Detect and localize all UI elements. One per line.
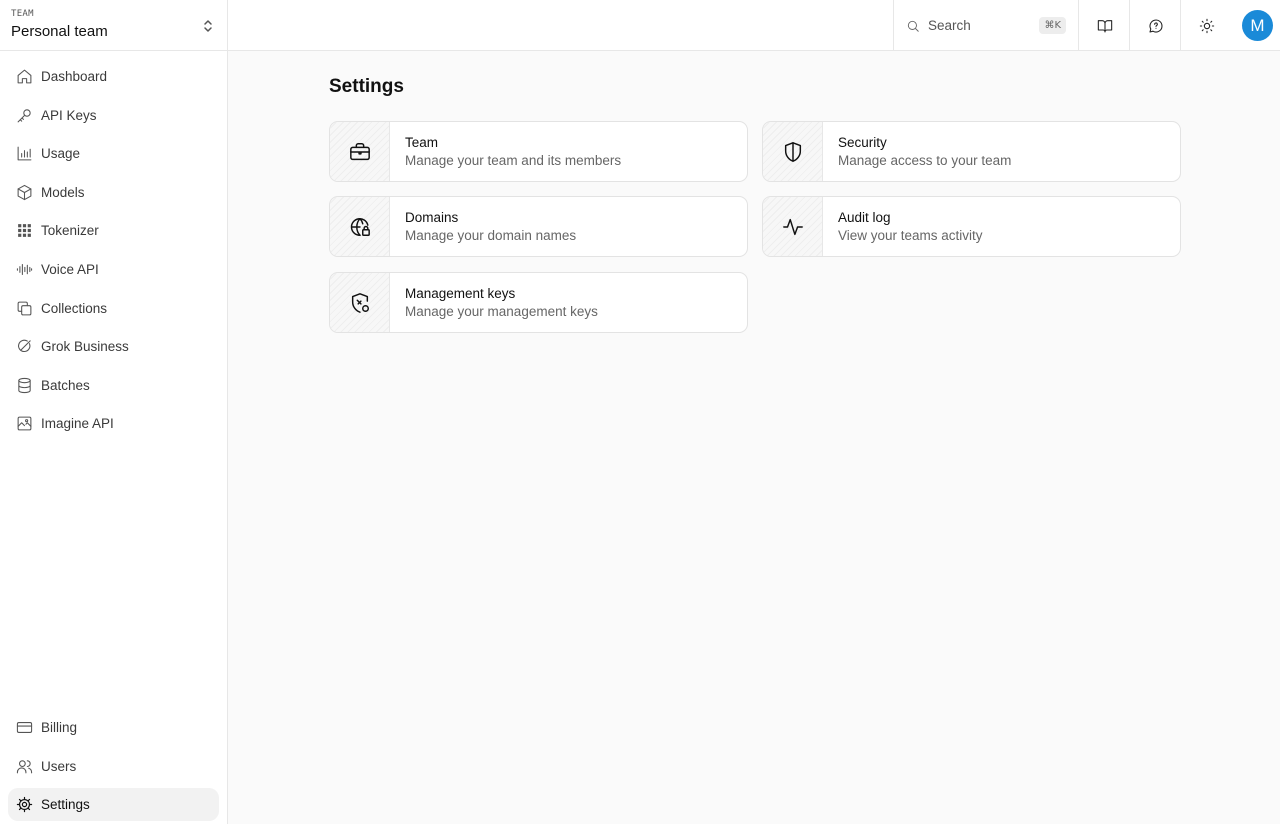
sidebar-item-dashboard[interactable]: Dashboard [8, 60, 219, 93]
home-icon [15, 68, 33, 86]
card-icon-box [330, 122, 390, 181]
sidebar-item-label: Billing [41, 720, 78, 735]
sidebar-item-users[interactable]: Users [8, 750, 219, 783]
sidebar-item-label: Batches [41, 377, 90, 393]
search-shortcut-badge: ⌘K [1039, 17, 1066, 34]
sidebar-item-label: Usage [41, 146, 81, 162]
sidebar-item-label: Collections [41, 300, 108, 316]
settings-card-audit-log[interactable]: Audit log View your teams activity [762, 196, 1181, 257]
database-icon [15, 376, 33, 394]
card-title: Domains [405, 210, 459, 225]
card-icon-box [330, 273, 390, 332]
sidebar-item-models[interactable]: Models [8, 176, 219, 209]
team-caption: TEAM [11, 9, 34, 19]
key-icon [15, 106, 33, 124]
card-title: Management keys [405, 286, 516, 301]
shield-icon [784, 141, 801, 162]
sidebar-item-imagine-api[interactable]: Imagine API [8, 407, 219, 440]
sidebar-item-collections[interactable]: Collections [8, 292, 219, 325]
copy-icon [15, 299, 33, 317]
sidebar-item-label: Grok Business [41, 339, 129, 355]
sun-icon [1199, 18, 1214, 33]
support-chat-button[interactable] [1129, 0, 1181, 51]
card-icon-box [763, 197, 823, 256]
briefcase-icon [349, 142, 370, 160]
card-icon-box [763, 122, 823, 181]
card-description: Manage your team and its members [405, 153, 622, 168]
theme-toggle-button[interactable] [1180, 0, 1232, 51]
chevron-up-down-icon [204, 20, 212, 32]
card-description: View your teams activity [838, 228, 983, 243]
bar-chart-icon [15, 145, 33, 163]
card-title: Team [405, 135, 439, 150]
sidebar-item-label: Models [41, 184, 85, 200]
shield-key-icon [351, 292, 369, 313]
search-label: Search [928, 18, 971, 33]
sidebar: TEAM Personal team Dashboard API Keys Us… [0, 0, 228, 824]
team-switcher[interactable]: TEAM Personal team [0, 0, 227, 51]
gear-icon [15, 796, 33, 814]
sidebar-item-label: Imagine API [41, 416, 114, 432]
card-description: Manage your domain names [405, 228, 577, 243]
settings-card-domains[interactable]: Domains Manage your domain names [329, 196, 748, 257]
activity-icon [782, 218, 803, 235]
card-title: Security [838, 135, 887, 150]
sidebar-item-label: Tokenizer [41, 223, 99, 239]
sidebar-item-label: Settings [41, 797, 90, 813]
sidebar-item-usage[interactable]: Usage [8, 137, 219, 170]
settings-card-security[interactable]: Security Manage access to your team [762, 121, 1181, 182]
card-title: Audit log [838, 210, 891, 225]
search-icon [907, 20, 919, 32]
card-description: Manage your management keys [405, 304, 598, 319]
sidebar-item-label: API Keys [41, 107, 97, 123]
search-button[interactable]: Search ⌘K [893, 0, 1078, 51]
team-name: Personal team [11, 23, 108, 40]
user-avatar[interactable]: M [1242, 10, 1273, 41]
chat-help-icon [1148, 19, 1163, 33]
page-title: Settings [329, 76, 404, 97]
cube-icon [15, 183, 33, 201]
sidebar-item-label: Voice API [41, 261, 99, 277]
settings-card-team[interactable]: Team Manage your team and its members [329, 121, 748, 182]
sidebar-item-grok-business[interactable]: Grok Business [8, 330, 219, 363]
grok-logo-icon [15, 338, 33, 356]
sidebar-item-voice-api[interactable]: Voice API [8, 253, 219, 286]
topbar: Search ⌘K M [228, 0, 1280, 51]
image-icon [15, 415, 33, 433]
audio-wave-icon [15, 260, 33, 278]
sidebar-nav: Dashboard API Keys Usage Models Tokenize… [8, 60, 219, 446]
sidebar-item-billing[interactable]: Billing [8, 711, 219, 744]
globe-lock-icon [350, 217, 370, 236]
sidebar-item-api-keys[interactable]: API Keys [8, 99, 219, 132]
settings-card-management-keys[interactable]: Management keys Manage your management k… [329, 272, 748, 333]
sidebar-item-batches[interactable]: Batches [8, 369, 219, 402]
card-description: Manage access to your team [838, 153, 1012, 168]
sidebar-item-settings[interactable]: Settings [8, 788, 219, 822]
app-root: TEAM Personal team Dashboard API Keys Us… [0, 0, 1280, 824]
sidebar-item-label: Users [41, 758, 77, 774]
credit-card-icon [15, 719, 33, 737]
users-icon [15, 757, 33, 775]
sidebar-item-label: Dashboard [41, 69, 108, 84]
card-icon-box [330, 197, 390, 256]
sidebar-bottom-nav: Billing Users Settings [8, 711, 219, 824]
docs-button[interactable] [1078, 0, 1130, 51]
grid-icon [15, 222, 33, 240]
book-icon [1097, 19, 1112, 33]
sidebar-item-tokenizer[interactable]: Tokenizer [8, 214, 219, 247]
